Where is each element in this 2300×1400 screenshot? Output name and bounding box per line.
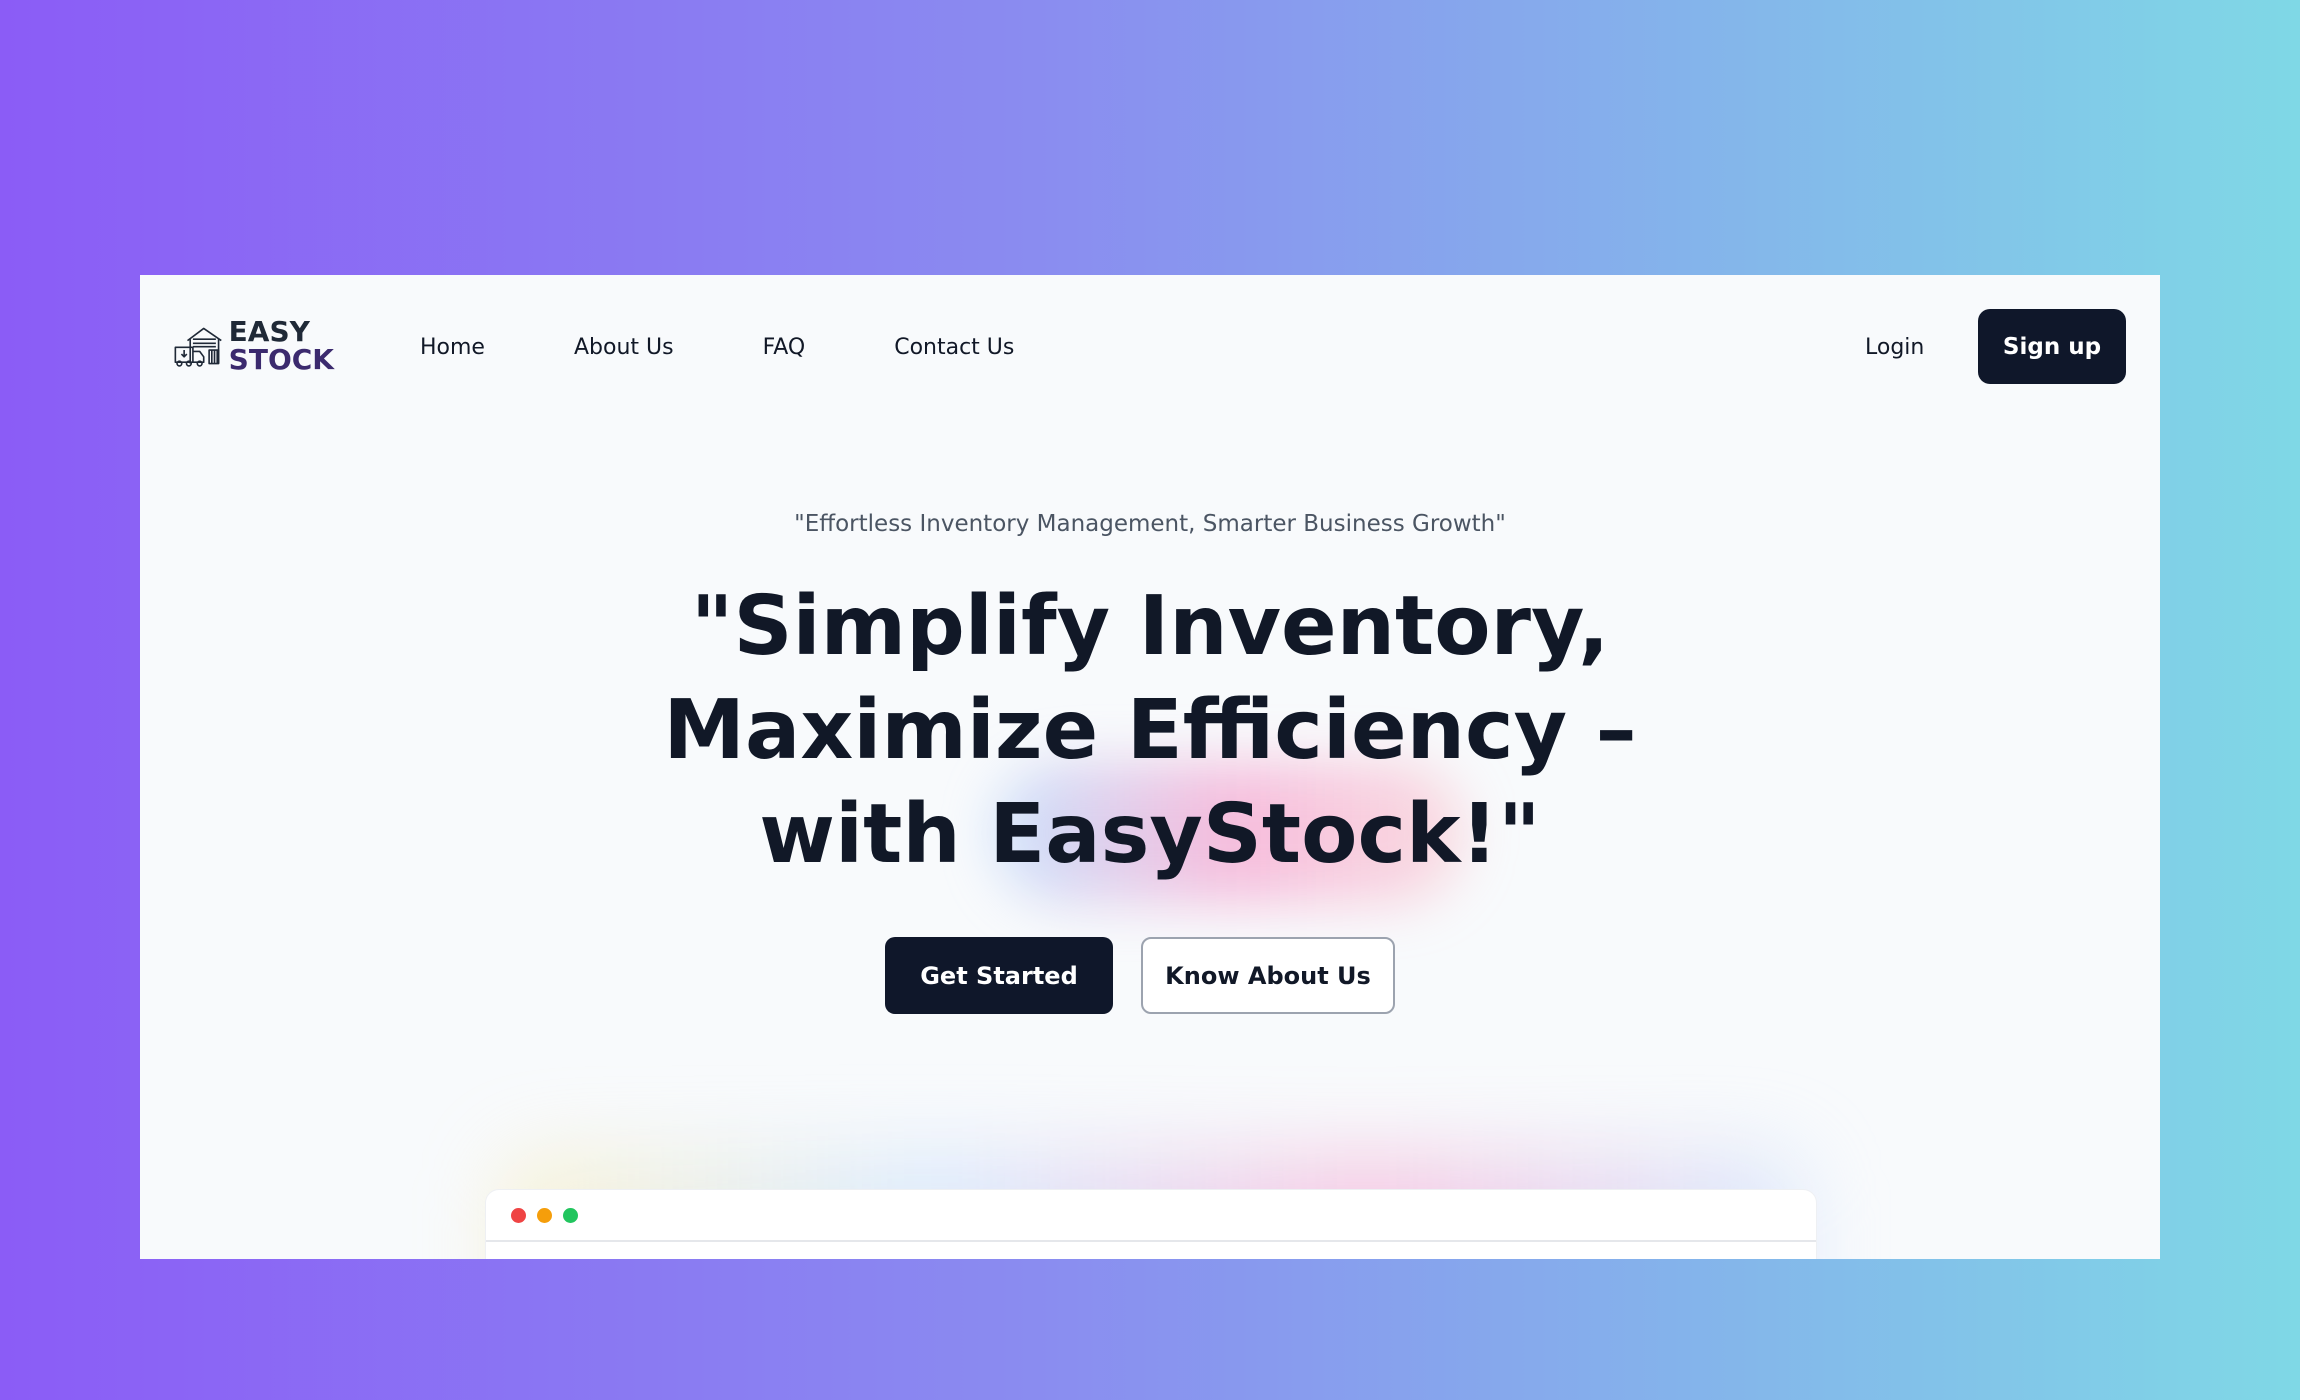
get-started-button[interactable]: Get Started (885, 937, 1113, 1014)
hero-cta-row: Get Started Know About Us (140, 937, 2160, 1014)
warehouse-logo-icon (174, 327, 222, 367)
headline-line-1: "Simplify Inventory, (690, 579, 1610, 674)
nav-link-home[interactable]: Home (420, 335, 485, 360)
browser-page-frame: EASY STOCK Home About Us FAQ Contact Us … (140, 275, 2160, 1259)
top-navigation: EASY STOCK Home About Us FAQ Contact Us … (140, 275, 2160, 420)
nav-links: Home About Us FAQ Contact Us (420, 275, 1103, 420)
login-link[interactable]: Login (1865, 275, 1924, 420)
know-about-us-button[interactable]: Know About Us (1141, 937, 1395, 1014)
logo-wordmark: EASY STOCK (229, 318, 334, 374)
window-minimize-dot (537, 1207, 552, 1223)
window-close-dot (511, 1207, 526, 1223)
nav-link-about-us[interactable]: About Us (574, 335, 674, 360)
hero-tagline: "Effortless Inventory Management, Smarte… (794, 511, 1506, 537)
preview-title-bar (486, 1190, 1816, 1242)
nav-link-faq[interactable]: FAQ (763, 335, 806, 360)
easystock-logo[interactable]: EASY STOCK (174, 313, 334, 379)
headline-line-2: Maximize Efficiency – (663, 683, 1637, 778)
nav-link-contact-us[interactable]: Contact Us (894, 335, 1014, 360)
logo-text-stock: STOCK (228, 343, 334, 376)
hero-headline: "Simplify Inventory, Maximize Efficiency… (140, 575, 2160, 887)
sign-up-button[interactable]: Sign up (1978, 309, 2126, 384)
headline-line-3: with EasyStock!" (759, 787, 1541, 882)
window-maximize-dot (563, 1207, 578, 1223)
app-preview-window (485, 1189, 1817, 1259)
logo-text-easy: EASY (228, 315, 310, 348)
